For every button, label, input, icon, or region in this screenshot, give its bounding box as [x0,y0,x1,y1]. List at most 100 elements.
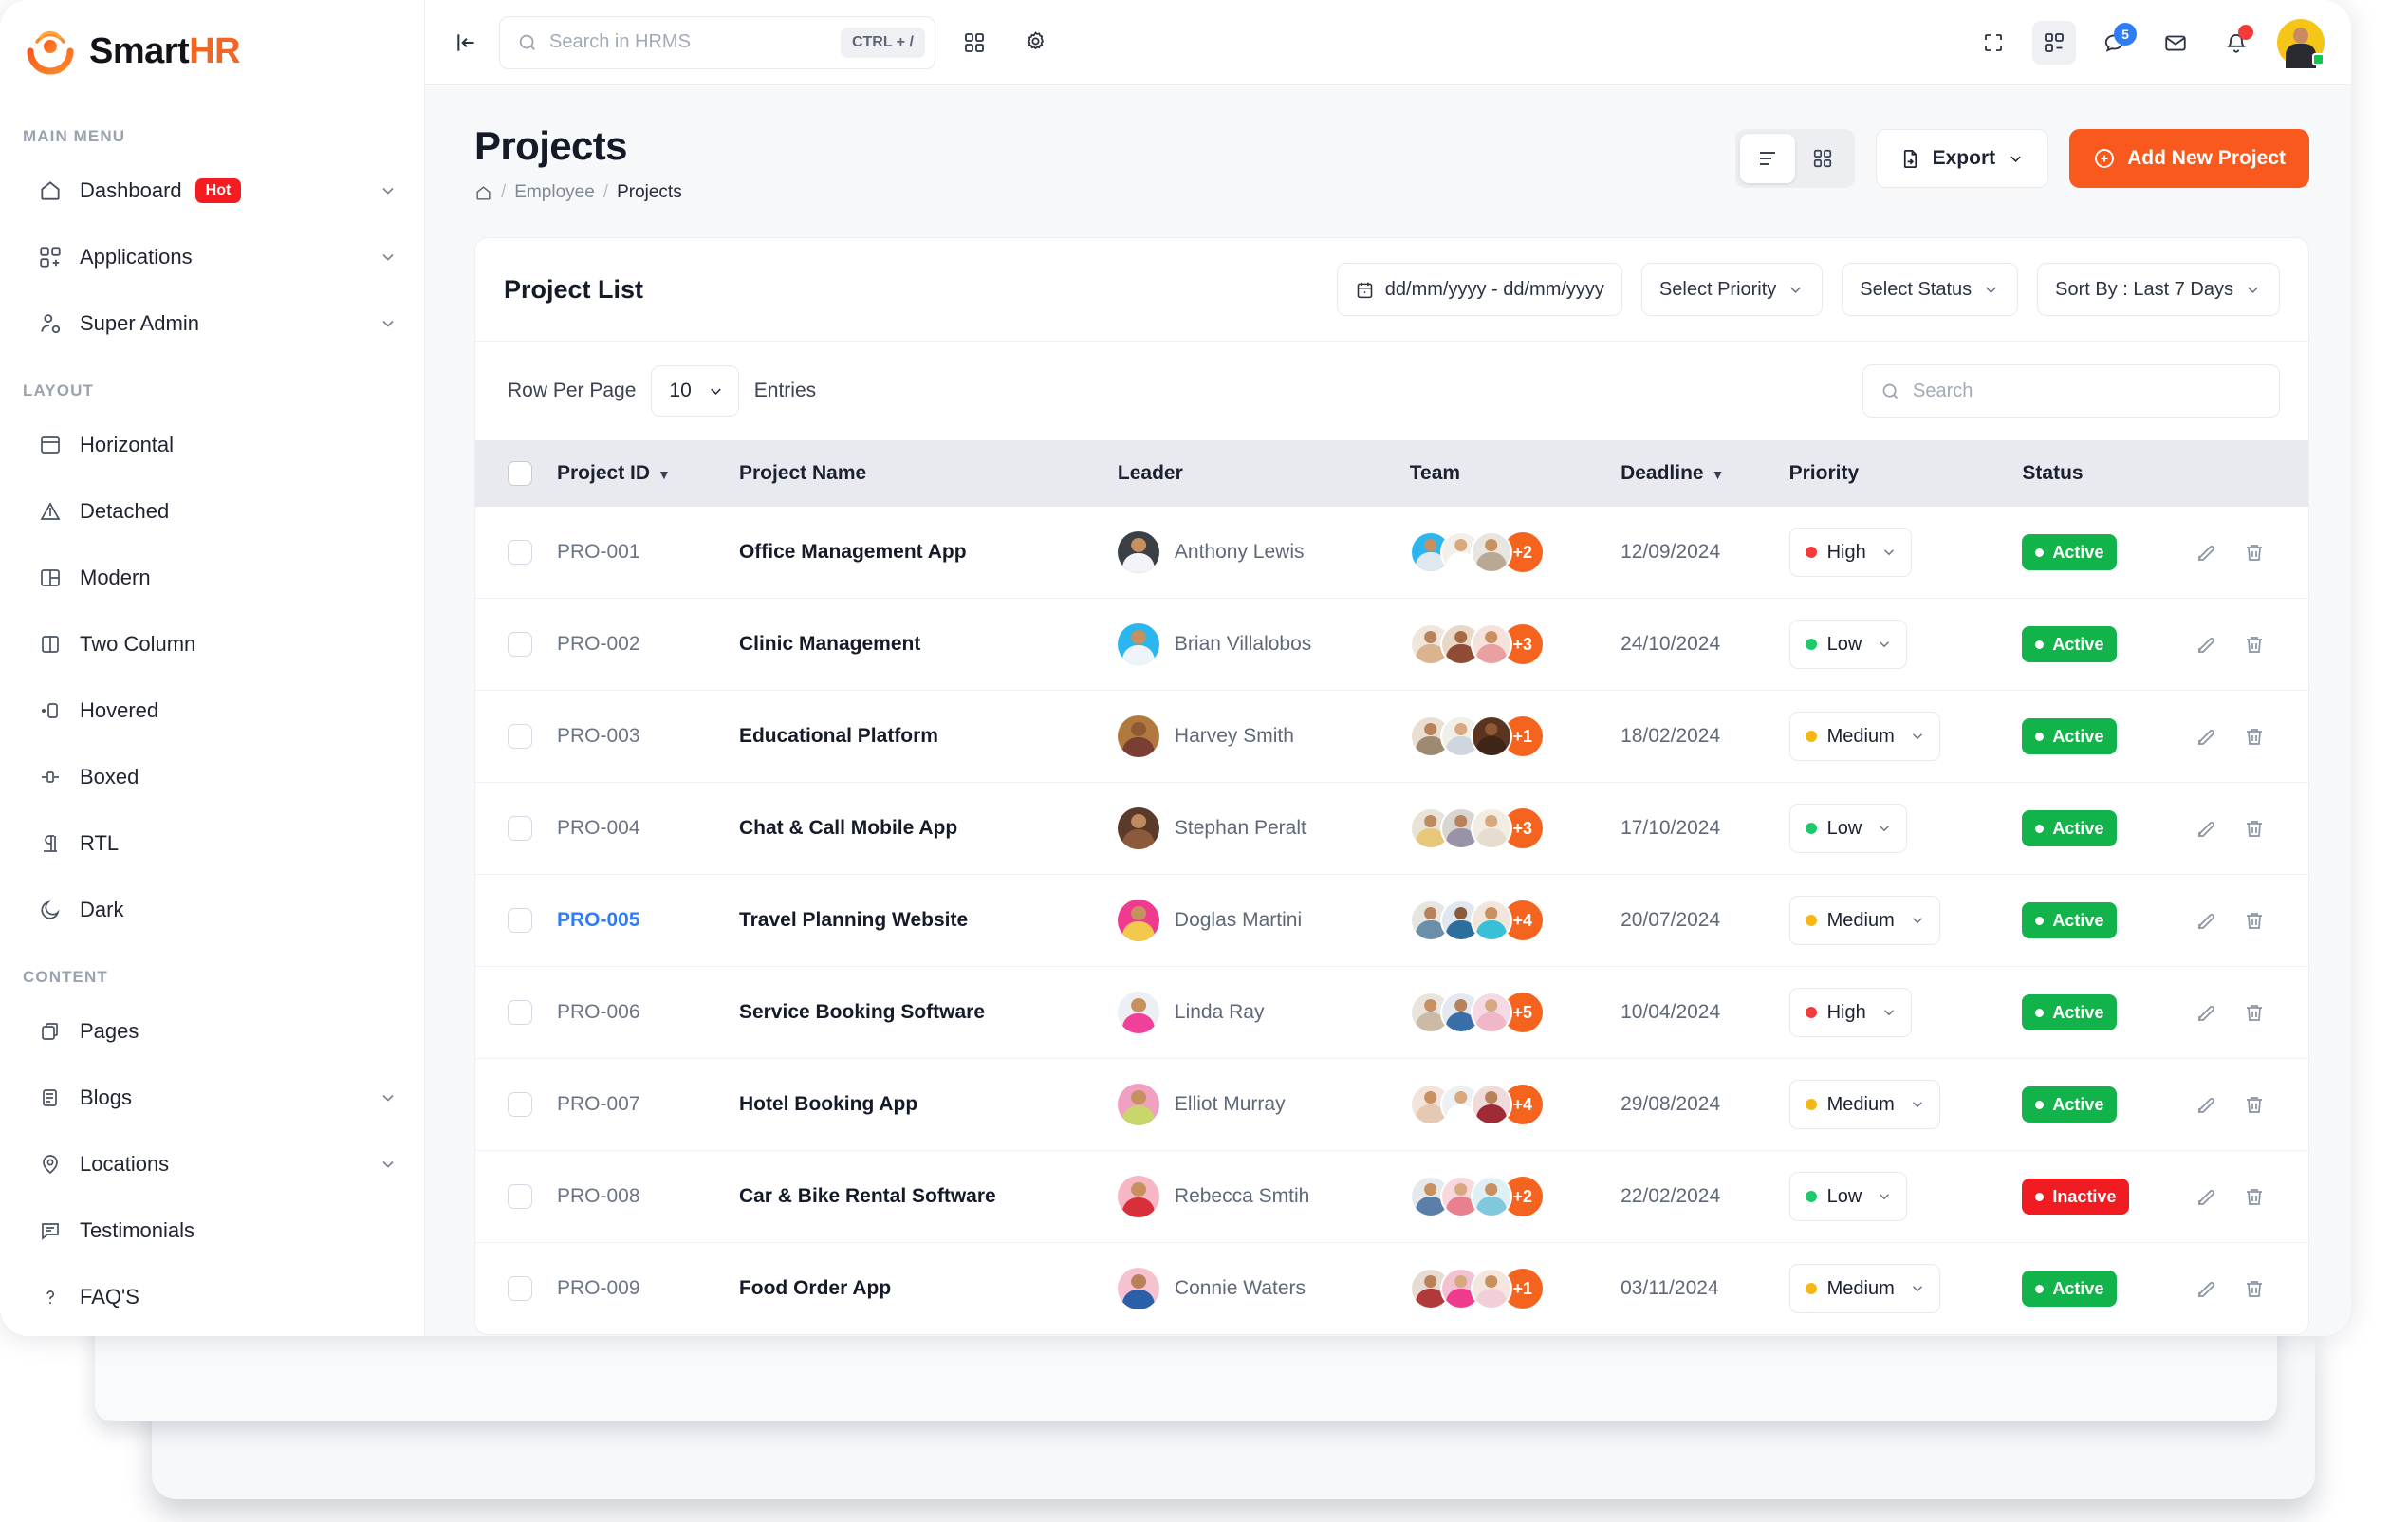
edit-pencil-icon[interactable] [2195,541,2218,564]
deadline-value: 17/10/2024 [1621,817,1720,839]
project-name-value[interactable]: Chat & Call Mobile App [739,817,957,839]
sidebar-item-pages[interactable]: Pages [0,998,424,1065]
column-leader: Leader [1108,440,1400,507]
status-filter[interactable]: Select Status [1842,263,2018,316]
apps-grid-icon[interactable] [953,21,996,65]
sidebar-item-testimonials[interactable]: Testimonials [0,1197,424,1264]
project-name-value[interactable]: Food Order App [739,1277,891,1299]
project-name-value[interactable]: Travel Planning Website [739,909,968,931]
sidebar-item-two-column[interactable]: Two Column [0,611,424,677]
row-checkbox[interactable] [508,816,532,841]
trash-icon[interactable] [2243,633,2266,656]
priority-select[interactable]: Medium [1789,712,1940,761]
sidebar-item-faqs[interactable]: FAQ'S [0,1264,424,1330]
fullscreen-icon[interactable] [1972,21,2015,65]
priority-select[interactable]: Medium [1789,896,1940,945]
table-search[interactable] [1862,364,2280,418]
avatar[interactable] [2277,19,2325,66]
row-checkbox[interactable] [508,632,532,657]
grid-view-icon[interactable] [2032,21,2076,65]
settings-gear-icon[interactable] [1013,21,1057,65]
project-name-value[interactable]: Educational Platform [739,725,938,747]
global-search[interactable]: CTRL + / [499,16,935,69]
project-id-value[interactable]: PRO-005 [557,909,640,931]
priority-select[interactable]: High [1789,528,1912,577]
avatar-head [1485,539,1498,551]
edit-pencil-icon[interactable] [2195,1093,2218,1116]
sort-by-filter[interactable]: Sort By : Last 7 Days [2037,263,2280,316]
chevron-down-icon [379,1088,398,1107]
table-search-input[interactable] [1913,380,2262,402]
project-name-value[interactable]: Office Management App [739,541,967,563]
trash-icon[interactable] [2243,1001,2266,1024]
row-checkbox[interactable] [508,1092,532,1117]
status-value: Active [2052,911,2103,931]
trash-icon[interactable] [2243,1277,2266,1300]
date-range-filter[interactable]: dd/mm/yyyy - dd/mm/yyyy [1337,263,1622,316]
row-checkbox[interactable] [508,540,532,565]
row-checkbox[interactable] [508,1276,532,1301]
collapse-sidebar-icon[interactable] [448,24,486,62]
project-name-value[interactable]: Car & Bike Rental Software [739,1185,996,1207]
edit-pencil-icon[interactable] [2195,909,2218,932]
trash-icon[interactable] [2243,725,2266,748]
edit-pencil-icon[interactable] [2195,817,2218,840]
sidebar-item-rtl[interactable]: RTL [0,810,424,877]
priority-select[interactable]: Low [1789,620,1908,669]
trash-icon[interactable] [2243,909,2266,932]
sidebar-item-applications[interactable]: Applications [0,224,424,290]
project-name-value[interactable]: Clinic Management [739,633,920,655]
priority-select[interactable]: Medium [1789,1080,1940,1129]
home-icon[interactable] [474,184,492,202]
row-checkbox[interactable] [508,724,532,749]
breadcrumb-item-employee[interactable]: Employee [514,182,595,203]
priority-select[interactable]: Medium [1789,1264,1940,1313]
mail-icon[interactable] [2154,21,2197,65]
sidebar-item-super-admin[interactable]: Super Admin [0,290,424,357]
row-checkbox[interactable] [508,1184,532,1209]
sidebar-item-dark[interactable]: Dark [0,877,424,943]
select-all-checkbox[interactable] [508,461,532,486]
column-project-id[interactable]: Project ID▼ [547,440,730,507]
row-per-page-select[interactable]: 10 [651,365,738,417]
grid-view-icon[interactable] [1795,134,1850,183]
brand-logo-area[interactable]: SmartHR [0,0,424,102]
sidebar-item-locations[interactable]: Locations [0,1131,424,1197]
trash-icon[interactable] [2243,1185,2266,1208]
sidebar-item-dashboard[interactable]: Dashboard Hot [0,158,424,224]
sidebar-item-modern[interactable]: Modern [0,545,424,611]
column-actions [2186,440,2308,507]
cell-leader: Connie Waters [1108,1243,1400,1335]
sidebar-item-boxed[interactable]: Boxed [0,744,424,810]
edit-pencil-icon[interactable] [2195,725,2218,748]
edit-pencil-icon[interactable] [2195,633,2218,656]
priority-filter[interactable]: Select Priority [1641,263,1823,316]
chat-icon[interactable]: 5 [2093,21,2137,65]
priority-select[interactable]: High [1789,988,1912,1037]
priority-select[interactable]: Low [1789,804,1908,853]
export-button[interactable]: Export [1876,129,2049,188]
edit-pencil-icon[interactable] [2195,1001,2218,1024]
row-per-page-value: 10 [669,380,691,402]
sidebar-item-blogs[interactable]: Blogs [0,1065,424,1131]
project-name-value[interactable]: Hotel Booking App [739,1093,917,1115]
project-name-value[interactable]: Service Booking Software [739,1001,985,1023]
card-title: Project List [504,275,643,305]
edit-pencil-icon[interactable] [2195,1277,2218,1300]
trash-icon[interactable] [2243,817,2266,840]
trash-icon[interactable] [2243,1093,2266,1116]
search-input[interactable] [549,31,841,53]
breadcrumb-separator: / [603,182,608,203]
sidebar-item-detached[interactable]: Detached [0,478,424,545]
sidebar-item-hovered[interactable]: Hovered [0,677,424,744]
list-view-icon[interactable] [1740,134,1795,183]
trash-icon[interactable] [2243,541,2266,564]
row-checkbox[interactable] [508,1000,532,1025]
priority-select[interactable]: Low [1789,1172,1908,1221]
column-deadline[interactable]: Deadline▼ [1611,440,1780,507]
edit-pencil-icon[interactable] [2195,1185,2218,1208]
row-checkbox[interactable] [508,908,532,933]
add-new-project-button[interactable]: Add New Project [2069,129,2309,188]
notification-bell-icon[interactable] [2214,21,2258,65]
sidebar-item-horizontal[interactable]: Horizontal [0,412,424,478]
